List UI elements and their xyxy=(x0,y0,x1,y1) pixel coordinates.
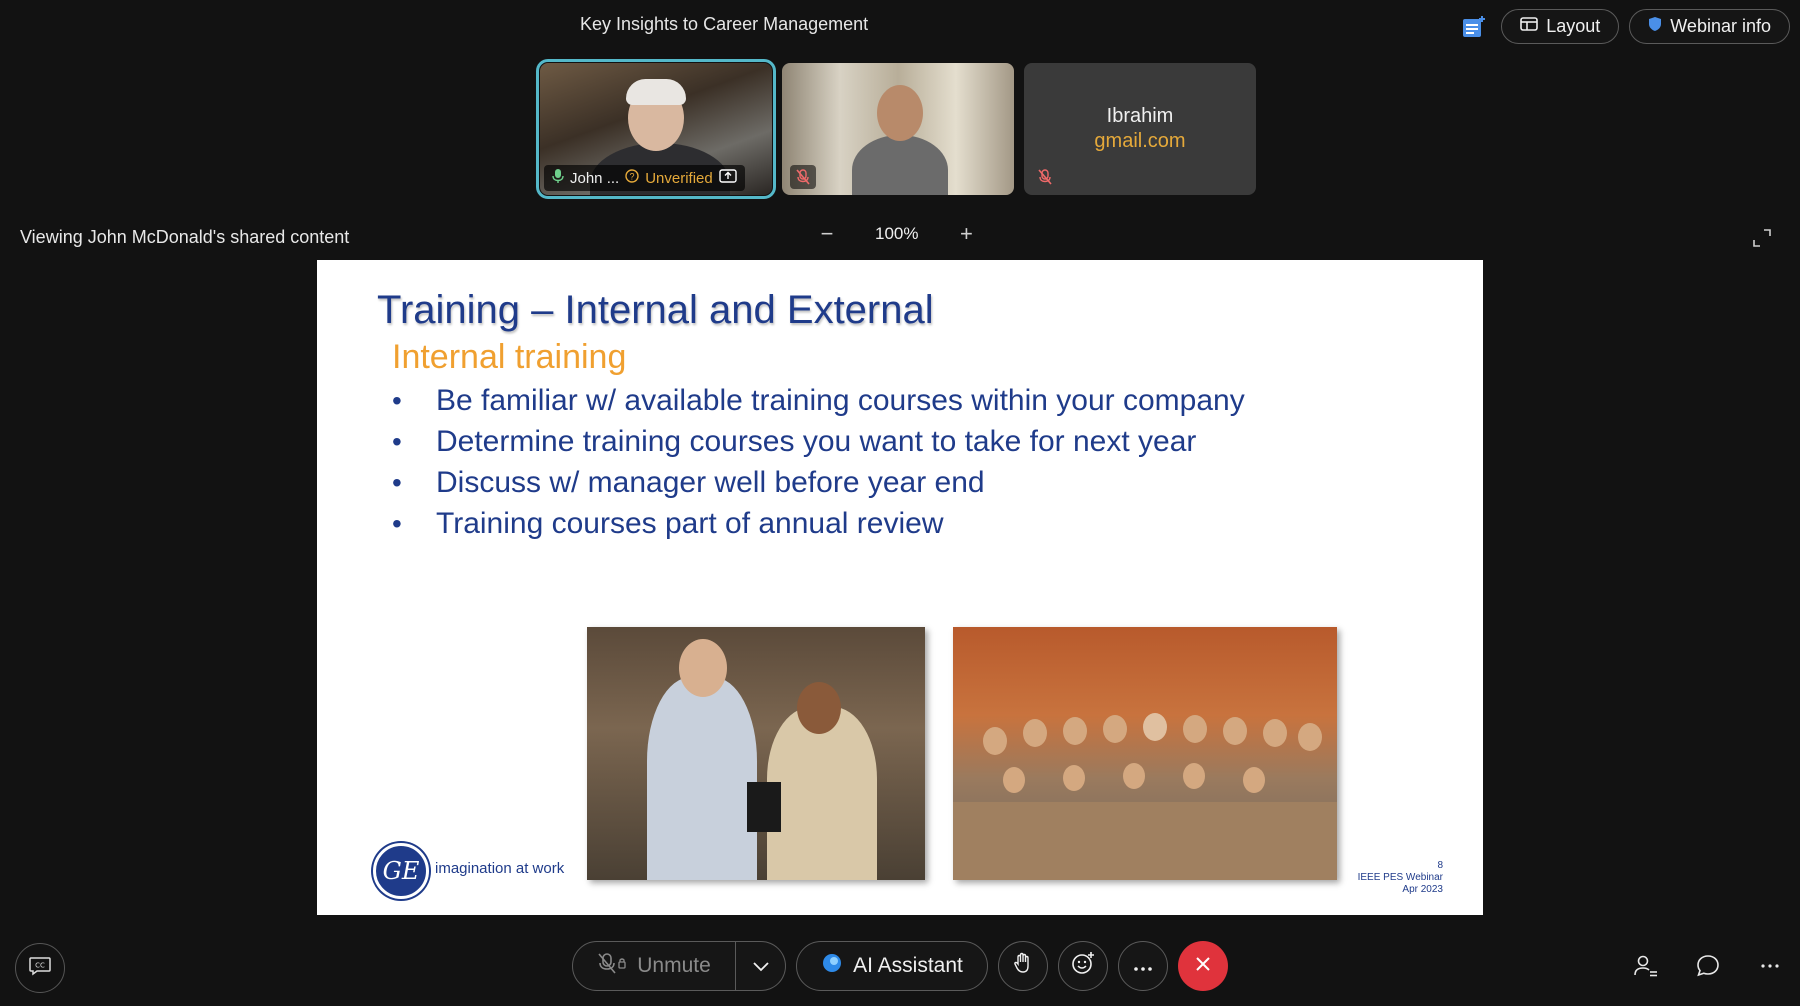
svg-text:CC: CC xyxy=(35,961,45,969)
layout-icon xyxy=(1520,16,1539,37)
photo-face xyxy=(1023,719,1047,747)
ai-assistant-button[interactable]: AI Assistant xyxy=(796,941,988,991)
hand-icon xyxy=(1013,952,1033,980)
chevron-down-icon xyxy=(752,954,770,978)
photo-face xyxy=(1143,713,1167,741)
zoom-in-button[interactable]: + xyxy=(954,221,978,246)
slide-page-number: 8 xyxy=(1437,860,1443,871)
participant-name-bar: John ... ? Unverified xyxy=(544,165,745,191)
participant-name: John ... xyxy=(570,169,620,187)
more-options-button[interactable] xyxy=(1118,941,1168,991)
photo-face xyxy=(1063,765,1085,791)
zoom-controls: − 100% + xyxy=(815,221,978,246)
layout-label: Layout xyxy=(1546,16,1601,36)
slide-title: Training – Internal and External xyxy=(377,288,934,332)
webinar-info-button[interactable]: Webinar info xyxy=(1629,9,1790,44)
captions-button[interactable]: CC xyxy=(15,943,65,993)
leave-meeting-button[interactable] xyxy=(1178,941,1228,991)
participant-face xyxy=(877,85,923,141)
fullscreen-icon[interactable] xyxy=(1750,226,1774,250)
notes-icon[interactable] xyxy=(1457,10,1491,44)
svg-text:?: ? xyxy=(630,172,635,182)
participant-video xyxy=(852,135,948,195)
participants-button[interactable] xyxy=(1630,950,1662,982)
mic-muted-icon xyxy=(790,165,816,189)
participant-tile-guest[interactable] xyxy=(782,63,1014,195)
participant-name: Ibrahim xyxy=(1106,105,1174,127)
photo-face xyxy=(1243,767,1265,793)
book-icon xyxy=(747,782,781,832)
participant-email: gmail.com xyxy=(1094,130,1186,152)
photo-face xyxy=(679,639,727,697)
more-menu-button[interactable] xyxy=(1754,950,1786,982)
mic-icon xyxy=(552,168,564,188)
slide-bullet: Determine training courses you want to t… xyxy=(392,421,1292,462)
photo-face xyxy=(983,727,1007,755)
photo-face xyxy=(1298,723,1322,751)
mic-muted-icon xyxy=(597,952,627,980)
ai-assistant-icon xyxy=(821,952,843,980)
slide-photo-book-presentation xyxy=(587,627,925,880)
audio-options-dropdown[interactable] xyxy=(736,941,786,991)
reactions-button[interactable] xyxy=(1058,941,1108,991)
slide-bullet: Discuss w/ manager well before year end xyxy=(392,462,1292,503)
layout-button[interactable]: Layout xyxy=(1501,9,1620,44)
share-status-text: Viewing John McDonald's shared content xyxy=(20,227,350,247)
slide-subtitle: Internal training xyxy=(392,338,627,376)
slide-bullet: Training courses part of annual review xyxy=(392,503,1292,544)
share-screen-icon xyxy=(719,169,737,187)
close-icon xyxy=(1194,955,1212,978)
slide-footer: 8 IEEE PES Webinar Apr 2023 xyxy=(1358,860,1443,896)
photo-face xyxy=(1183,763,1205,789)
photo-face xyxy=(1183,715,1207,743)
photo-face xyxy=(1063,717,1087,745)
meeting-controls: Unmute AI Assistant xyxy=(572,941,1228,991)
top-toolbar: Layout Webinar info xyxy=(1457,9,1790,44)
raise-hand-button[interactable] xyxy=(998,941,1048,991)
shared-slide: Training – Internal and External Interna… xyxy=(317,260,1483,915)
chat-icon xyxy=(1697,955,1719,977)
bottom-right-toolbar xyxy=(1630,950,1786,982)
photo-face xyxy=(1103,715,1127,743)
company-tagline: imagination at work xyxy=(435,860,565,877)
ai-assistant-label: AI Assistant xyxy=(853,954,963,977)
participant-tile-john[interactable]: John ... ? Unverified xyxy=(536,59,776,199)
webinar-info-label: Webinar info xyxy=(1670,16,1771,36)
more-horizontal-icon xyxy=(1133,954,1153,978)
photo-face xyxy=(1123,763,1145,789)
participant-hair xyxy=(626,79,686,105)
slide-date: Apr 2023 xyxy=(1402,884,1443,895)
participant-tile-ibrahim[interactable]: Ibrahim gmail.com xyxy=(1024,63,1256,195)
zoom-out-button[interactable]: − xyxy=(815,221,839,246)
photo-face xyxy=(797,682,841,734)
unmute-label: Unmute xyxy=(637,954,711,977)
photo-face xyxy=(1223,717,1247,745)
mic-muted-icon xyxy=(1032,165,1058,189)
slide-bullet: Be familiar w/ available training course… xyxy=(392,380,1292,421)
photo-face xyxy=(1003,767,1025,793)
chat-button[interactable] xyxy=(1692,950,1724,982)
slide-photo-group xyxy=(953,627,1337,880)
participants-icon xyxy=(1634,955,1657,977)
shield-icon xyxy=(1648,16,1662,37)
photo-person xyxy=(647,677,757,880)
closed-captions-icon: CC xyxy=(28,956,52,981)
slide-event: IEEE PES Webinar xyxy=(1357,872,1443,883)
unverified-badge: Unverified xyxy=(645,169,713,187)
participant-strip: John ... ? Unverified Ibrahim gmail.com xyxy=(536,59,1256,199)
audio-control-group: Unmute xyxy=(572,941,786,991)
zoom-level: 100% xyxy=(875,224,919,243)
photo-face xyxy=(1263,719,1287,747)
smiley-icon xyxy=(1071,951,1095,981)
warning-icon: ? xyxy=(625,169,639,187)
unmute-button[interactable]: Unmute xyxy=(572,941,736,991)
slide-bullet-list: Be familiar w/ available training course… xyxy=(392,380,1292,544)
photo-table xyxy=(953,802,1337,880)
ge-logo: GE xyxy=(373,843,429,899)
more-horizontal-icon xyxy=(1761,964,1779,968)
meeting-title: Key Insights to Career Management xyxy=(580,14,869,34)
